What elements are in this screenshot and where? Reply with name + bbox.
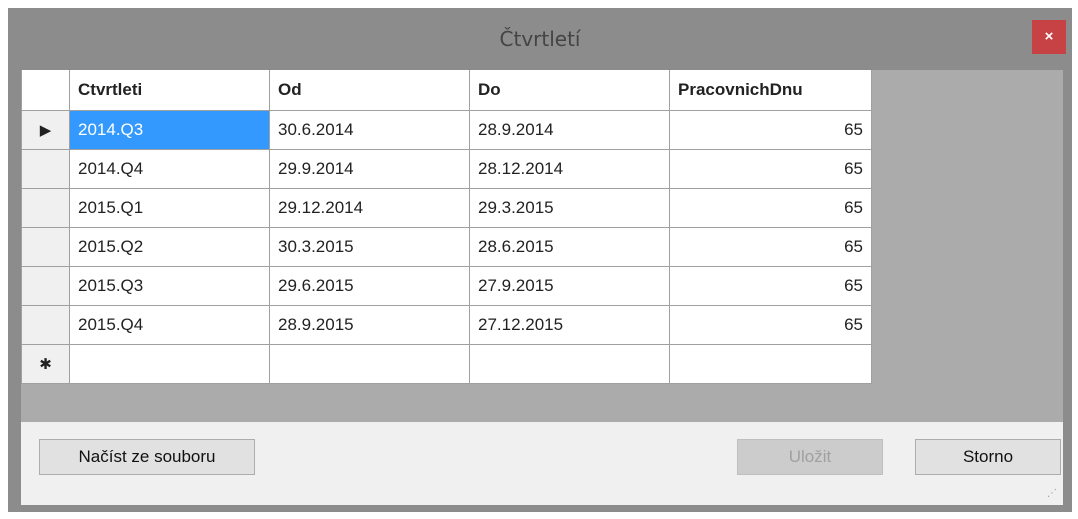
new-cell-ctvrtleti[interactable] xyxy=(69,343,270,384)
table-row[interactable]: 2015.Q4 28.9.2015 27.12.2015 65 xyxy=(21,304,872,345)
new-row[interactable]: ✱ xyxy=(21,343,872,384)
cell-ctvrtleti[interactable]: 2014.Q3 xyxy=(69,109,270,150)
cell-ctvrtleti[interactable]: 2015.Q2 xyxy=(69,226,270,267)
cell-pracovnichdnu[interactable]: 65 xyxy=(669,226,872,267)
table-row[interactable]: 2014.Q4 29.9.2014 28.12.2014 65 xyxy=(21,148,872,189)
dialog-window: Čtvrtletí × Ctvrtleti Od Do PracovnichDn… xyxy=(8,8,1072,512)
cell-ctvrtleti[interactable]: 2015.Q1 xyxy=(69,187,270,228)
resize-grip-icon[interactable]: ⋰ xyxy=(1047,487,1061,501)
quarters-table: Ctvrtleti Od Do PracovnichDnu ▶ 2014.Q3 … xyxy=(21,70,872,384)
close-button[interactable]: × xyxy=(1032,20,1066,54)
cell-ctvrtleti[interactable]: 2015.Q3 xyxy=(69,265,270,306)
row-header-cell[interactable] xyxy=(21,304,70,345)
cell-do[interactable]: 28.6.2015 xyxy=(469,226,670,267)
row-header-cell[interactable] xyxy=(21,265,70,306)
cell-od[interactable]: 29.12.2014 xyxy=(269,187,470,228)
cell-do[interactable]: 27.9.2015 xyxy=(469,265,670,306)
cell-od[interactable]: 29.6.2015 xyxy=(269,265,470,306)
data-grid[interactable]: Ctvrtleti Od Do PracovnichDnu ▶ 2014.Q3 … xyxy=(21,70,1063,422)
cell-do[interactable]: 29.3.2015 xyxy=(469,187,670,228)
new-row-asterisk-icon[interactable]: ✱ xyxy=(21,343,70,384)
window-title: Čtvrtletí xyxy=(499,27,581,51)
cell-ctvrtleti[interactable]: 2014.Q4 xyxy=(69,148,270,189)
new-cell-od[interactable] xyxy=(269,343,470,384)
save-button[interactable]: Uložit xyxy=(737,439,883,475)
column-header-od[interactable]: Od xyxy=(269,70,470,111)
table-row[interactable]: 2015.Q2 30.3.2015 28.6.2015 65 xyxy=(21,226,872,267)
row-header-cell[interactable] xyxy=(21,226,70,267)
column-header-pracovnichdnu[interactable]: PracovnichDnu xyxy=(669,70,872,111)
dialog-client-area: Ctvrtleti Od Do PracovnichDnu ▶ 2014.Q3 … xyxy=(21,70,1063,505)
new-cell-do[interactable] xyxy=(469,343,670,384)
cell-od[interactable]: 30.6.2014 xyxy=(269,109,470,150)
cancel-button[interactable]: Storno xyxy=(915,439,1061,475)
table-row[interactable]: ▶ 2014.Q3 30.6.2014 28.9.2014 65 xyxy=(21,109,872,150)
cell-pracovnichdnu[interactable]: 65 xyxy=(669,109,872,150)
row-header-cell[interactable] xyxy=(21,148,70,189)
cell-pracovnichdnu[interactable]: 65 xyxy=(669,265,872,306)
close-icon: × xyxy=(1044,28,1054,45)
cell-ctvrtleti[interactable]: 2015.Q4 xyxy=(69,304,270,345)
cell-od[interactable]: 29.9.2014 xyxy=(269,148,470,189)
cell-do[interactable]: 28.9.2014 xyxy=(469,109,670,150)
cell-do[interactable]: 27.12.2015 xyxy=(469,304,670,345)
table-header-row: Ctvrtleti Od Do PracovnichDnu xyxy=(21,70,872,111)
table-row[interactable]: 2015.Q1 29.12.2014 29.3.2015 65 xyxy=(21,187,872,228)
table-row[interactable]: 2015.Q3 29.6.2015 27.9.2015 65 xyxy=(21,265,872,306)
column-header-do[interactable]: Do xyxy=(469,70,670,111)
cell-pracovnichdnu[interactable]: 65 xyxy=(669,304,872,345)
cell-od[interactable]: 28.9.2015 xyxy=(269,304,470,345)
title-bar[interactable]: Čtvrtletí × xyxy=(8,8,1072,70)
new-cell-pracovnichdnu[interactable] xyxy=(669,343,872,384)
row-header-cell[interactable] xyxy=(21,187,70,228)
cell-od[interactable]: 30.3.2015 xyxy=(269,226,470,267)
cell-pracovnichdnu[interactable]: 65 xyxy=(669,187,872,228)
column-header-ctvrtleti[interactable]: Ctvrtleti xyxy=(69,70,270,111)
current-row-indicator-icon[interactable]: ▶ xyxy=(21,109,70,150)
load-from-file-button[interactable]: Načíst ze souboru xyxy=(39,439,255,475)
top-left-header-cell[interactable] xyxy=(21,70,70,111)
cell-pracovnichdnu[interactable]: 65 xyxy=(669,148,872,189)
cell-do[interactable]: 28.12.2014 xyxy=(469,148,670,189)
